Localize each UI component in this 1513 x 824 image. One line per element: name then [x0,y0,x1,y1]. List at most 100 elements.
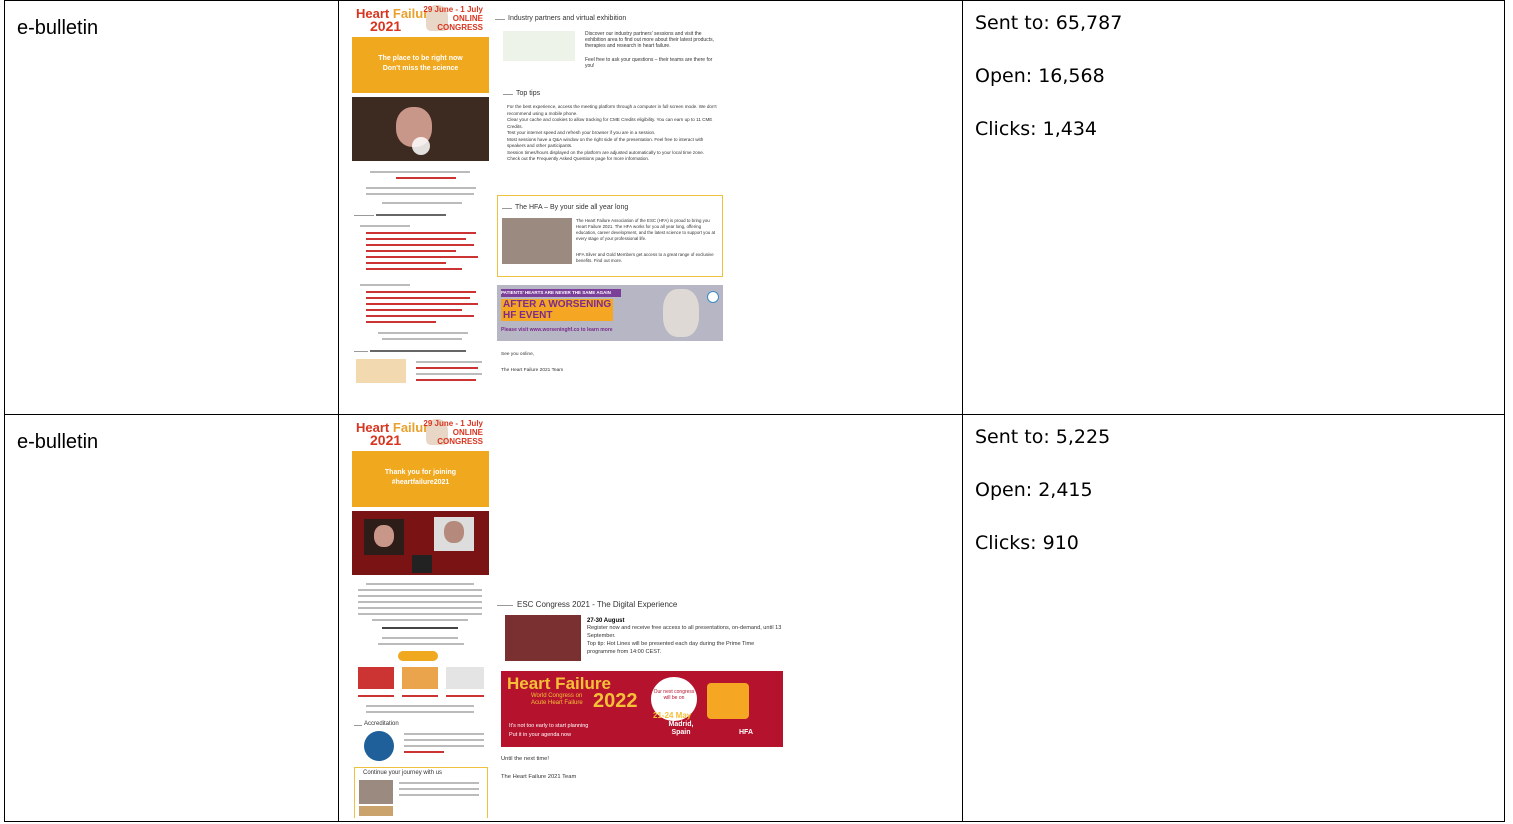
link-line[interactable] [396,177,456,179]
text-line [416,361,482,363]
type-label: e-bulletin [17,431,99,453]
bulletin-table: e-bulletin Heart Failure 2021 29 June - … [4,0,1505,822]
section-title-tips: Top tips [516,90,541,97]
type-cell: e-bulletin [4,414,339,822]
hf2022-banner[interactable]: Heart Failure World Congress on Acute He… [501,671,783,747]
link-line[interactable] [446,695,484,697]
email-header: Heart Failure 2021 29 June - 1 July ONLI… [352,1,489,35]
continue-photo [359,780,393,804]
banner-city: Madrid, Spain [668,721,694,736]
accreditation-logo-icon [364,731,394,761]
esc-dates: 27-30 August [587,618,625,624]
worsening-hf-ad[interactable]: PATIENTS' HEARTS ARE NEVER THE SAME AGAI… [497,285,723,341]
section-rule [497,605,513,606]
sent-count: Sent to: 65,787 [975,12,1123,34]
ad-url[interactable]: Please visit www.worseninghf.co to learn… [501,327,613,333]
banner-dates: 21-24 May [653,711,692,720]
signoff-2: The Heart Failure 2021 Team [501,368,564,373]
link-line[interactable] [366,232,476,234]
congress-dates: 29 June - 1 July ONLINE CONGRESS [423,419,483,446]
brand-year: 2021 [370,18,402,34]
text-line [378,643,464,645]
industry-text-1: Discover our industry partners' sessions… [585,31,714,49]
esc-tip-text: Top tip: Hot Lines will be presented eac… [587,641,755,655]
esc-register-text: Register now and receive free access to … [587,625,782,639]
section-rule [354,351,368,352]
link-line[interactable] [366,291,476,293]
text-line [366,711,474,713]
text-line [366,705,474,707]
play-icon[interactable] [412,137,430,155]
section-heading [376,214,446,216]
stats-block: Sent to: 5,225 Open: 2,415 Clicks: 910 [963,415,1504,554]
link-line[interactable] [416,367,478,369]
hfa-box: The HFA – By your side all year long The… [497,195,723,277]
ad-headline-2: HF EVENT [503,310,553,321]
section-title-hfa: The HFA – By your side all year long [515,204,629,211]
bayer-logo-icon [707,291,719,303]
calendar-icon [707,683,749,719]
stats-cell: Sent to: 5,225 Open: 2,415 Clicks: 910 [962,414,1505,822]
link-line[interactable] [366,238,466,240]
section-title-esc: ESC Congress 2021 - The Digital Experien… [517,600,678,609]
text-line [399,782,479,784]
link-line[interactable] [404,751,444,753]
link-line[interactable] [366,297,470,299]
signoff-1: See you online, [501,352,535,357]
text-line [360,284,410,286]
beach-photo [359,806,393,816]
email-preview-left: Heart Failure 2021 29 June - 1 July ONLI… [352,1,489,411]
esc-collage [505,615,581,661]
session-thumb-2[interactable] [402,667,438,689]
session-thumb-3[interactable] [446,667,484,689]
tips-list: For the best experience, access the meet… [507,104,717,161]
feedback-button[interactable] [398,651,438,661]
hfa-text-2: HFA Silver and Gold Members get access t… [576,252,714,263]
link-line[interactable] [366,244,474,246]
text-line [358,613,482,615]
stats-cell: Sent to: 65,787 Open: 16,568 Clicks: 1,4… [962,0,1505,415]
section-rule [354,725,362,726]
hero-line-2: Don't miss the science [382,65,459,72]
exhibition-thumbnail [503,31,575,61]
congress-dates: 29 June - 1 July ONLINE CONGRESS [423,5,483,32]
closing-line-1: Until the next time! [501,756,550,762]
link-line[interactable] [402,695,438,697]
banner-subtitle: World Congress on Acute Heart Failure [531,693,583,706]
session-thumb-1[interactable] [358,667,394,689]
section-rule [503,94,513,95]
video-thumbnail[interactable] [352,511,489,575]
email-preview-left: Heart Failure 2021 29 June - 1 July ONLI… [352,415,489,818]
section-heading [370,350,466,352]
email-preview-right: Industry partners and virtual exhibition… [495,1,727,411]
text-line [404,733,484,735]
text-line [358,595,482,597]
table-row: e-bulletin Heart Failure 2021 29 June - … [4,0,1505,415]
link-line[interactable] [358,695,394,697]
host-figure [412,555,432,573]
type-cell: e-bulletin [4,0,339,415]
speaker-face [444,521,464,543]
link-line[interactable] [366,321,436,323]
banner-bullet-1: It's not too early to start planning [509,723,589,729]
link-line[interactable] [366,315,474,317]
sent-count: Sent to: 5,225 [975,426,1111,448]
text-line [366,187,476,189]
email-header: Heart Failure 2021 29 June - 1 July ONLI… [352,415,489,449]
link-line[interactable] [366,309,462,311]
text-line [382,338,462,340]
stats-block: Sent to: 65,787 Open: 16,568 Clicks: 1,4… [963,1,1504,140]
link-line[interactable] [366,256,478,258]
text-line [399,788,479,790]
video-thumbnail[interactable] [352,97,489,161]
link-line[interactable] [366,303,478,305]
banner-bullet-2: Put it in your agenda now [509,732,572,738]
hfa-text-1: The Heart Failure Association of the ESC… [576,218,716,241]
industry-text-2: Feel free to ask your questions – their … [585,57,713,69]
click-count: Clicks: 1,434 [975,118,1098,140]
link-line[interactable] [416,379,476,381]
link-line[interactable] [366,262,446,264]
link-line[interactable] [366,268,462,270]
link-line[interactable] [366,250,456,252]
text-line [416,373,482,375]
